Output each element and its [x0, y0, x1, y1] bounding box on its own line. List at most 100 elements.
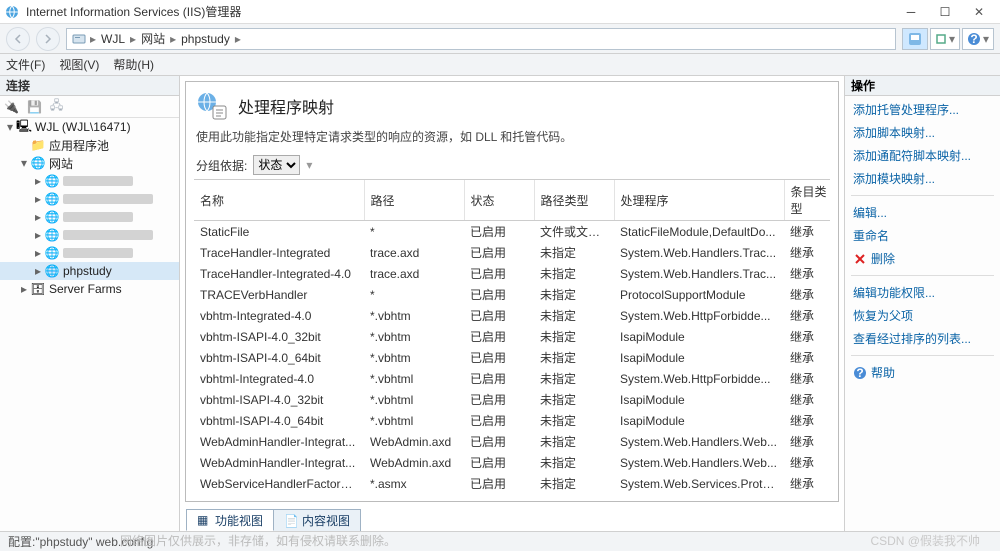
tree-site-phpstudy[interactable]: ▸🌐phpstudy: [0, 262, 179, 280]
cell-path: *: [364, 284, 464, 305]
table-row[interactable]: vbhtml-ISAPI-4.0_32bit*.vbhtml已启用未指定Isap…: [194, 389, 830, 410]
tree-site-item[interactable]: ▸🌐: [0, 208, 179, 226]
cell-handler: StaticFileModule,DefaultDo...: [614, 221, 784, 243]
col-handler[interactable]: 处理程序: [614, 180, 784, 221]
tree-site-item[interactable]: ▸🌐: [0, 172, 179, 190]
cell-state: 已启用: [464, 494, 534, 497]
refresh-button[interactable]: ▾: [930, 28, 960, 50]
cell-handler: IsapiModule: [614, 326, 784, 347]
action-rename[interactable]: 重命名: [851, 226, 994, 245]
cell-state: 已启用: [464, 305, 534, 326]
tree-site-item[interactable]: ▸🌐: [0, 190, 179, 208]
cell-entry: 继承: [784, 263, 830, 284]
connections-pane: 连接 🔌 💾 🖧 ▾🖳WJL (WJL\16471) 📁应用程序池 ▾🌐网站 ▸…: [0, 76, 180, 531]
col-entrytype[interactable]: 条目类型: [784, 180, 830, 221]
cell-name: TraceHandler-Integrated: [194, 242, 364, 263]
node-icon[interactable]: 🖧: [50, 96, 63, 117]
cell-name: WebAdminHandler-Integrat...: [194, 452, 364, 473]
cell-handler: IsapiModule: [614, 410, 784, 431]
table-row[interactable]: WebServiceHandlerFactory-...*.asmx已启用未指定…: [194, 473, 830, 494]
nav-forward-button[interactable]: [36, 27, 60, 51]
col-path[interactable]: 路径: [364, 180, 464, 221]
group-by-row: 分组依据: 状态 ▾: [186, 153, 838, 179]
table-row[interactable]: TraceHandler-Integratedtrace.axd已启用未指定Sy…: [194, 242, 830, 263]
cell-pathtype: 未指定: [534, 242, 614, 263]
cell-path: *.vbhtml: [364, 389, 464, 410]
cell-name: TRACEVerbHandler: [194, 284, 364, 305]
table-row[interactable]: vbhtml-ISAPI-4.0_64bit*.vbhtml已启用未指定Isap…: [194, 410, 830, 431]
cell-pathtype: 未指定: [534, 347, 614, 368]
save-icon[interactable]: 💾: [27, 100, 42, 114]
col-name[interactable]: 名称: [194, 180, 364, 221]
cell-pathtype: 未指定: [534, 473, 614, 494]
breadcrumb-item[interactable]: 网站: [139, 30, 167, 47]
cell-name: StaticFile: [194, 221, 364, 243]
action-edit[interactable]: 编辑...: [851, 203, 994, 222]
action-add-script-map[interactable]: 添加脚本映射...: [851, 123, 994, 142]
help-icon[interactable]: ?▾: [962, 28, 994, 50]
connections-header: 连接: [0, 76, 179, 96]
cell-handler: System.Web.Handlers.Trac...: [614, 242, 784, 263]
center-pane: 处理程序映射 使用此功能指定处理特定请求类型的响应的资源，如 DLL 和托管代码…: [180, 76, 845, 531]
table-row[interactable]: TRACEVerbHandler*已启用未指定ProtocolSupportMo…: [194, 284, 830, 305]
tree-sites[interactable]: ▾🌐网站: [0, 154, 179, 172]
table-row[interactable]: WebAdminHandler-Integrat...WebAdmin.axd已…: [194, 452, 830, 473]
cell-entry: 继承: [784, 284, 830, 305]
server-icon: 🖳: [16, 120, 32, 134]
breadcrumb-item[interactable]: WJL: [99, 32, 127, 46]
group-by-select[interactable]: 状态: [253, 155, 300, 175]
tree-site-item[interactable]: ▸🌐: [0, 244, 179, 262]
cell-name: vbhtml-Integrated-4.0: [194, 368, 364, 389]
close-button[interactable]: ✕: [962, 1, 996, 23]
col-pathtype[interactable]: 路径类型: [534, 180, 614, 221]
cell-handler: IsapiModule: [614, 389, 784, 410]
connect-icon[interactable]: 🔌: [4, 100, 19, 114]
table-row[interactable]: TraceHandler-Integrated-4.0trace.axd已启用未…: [194, 263, 830, 284]
breadcrumb-item[interactable]: phpstudy: [179, 32, 232, 46]
tree-server-farms[interactable]: ▸🗄Server Farms: [0, 280, 179, 298]
maximize-button[interactable]: ☐: [928, 1, 962, 23]
notification-icon[interactable]: [902, 28, 928, 50]
action-revert-parent[interactable]: 恢复为父项: [851, 306, 994, 325]
action-add-wildcard[interactable]: 添加通配符脚本映射...: [851, 146, 994, 165]
table-row[interactable]: vbhtm-ISAPI-4.0_32bit*.vbhtm已启用未指定IsapiM…: [194, 326, 830, 347]
table-row[interactable]: vbhtm-ISAPI-4.0_64bit*.vbhtm已启用未指定IsapiM…: [194, 347, 830, 368]
cell-state: 已启用: [464, 284, 534, 305]
tree-server-node[interactable]: ▾🖳WJL (WJL\16471): [0, 118, 179, 136]
action-add-managed[interactable]: 添加托管处理程序...: [851, 100, 994, 119]
connections-tree[interactable]: ▾🖳WJL (WJL\16471) 📁应用程序池 ▾🌐网站 ▸🌐 ▸🌐 ▸🌐 ▸…: [0, 118, 179, 531]
page-description: 使用此功能指定处理特定请求类型的响应的资源，如 DLL 和托管代码。: [186, 126, 838, 153]
table-row[interactable]: StaticFile*已启用文件或文件夹StaticFileModule,Def…: [194, 221, 830, 243]
cell-name: vbhtm-ISAPI-4.0_64bit: [194, 347, 364, 368]
tab-features-view[interactable]: ▦功能视图: [186, 509, 274, 531]
tree-site-item[interactable]: ▸🌐: [0, 226, 179, 244]
action-delete[interactable]: 删除: [851, 249, 994, 268]
cell-state: 已启用: [464, 389, 534, 410]
handler-mappings-icon: [196, 90, 228, 122]
cell-name: TraceHandler-Integrated-4.0: [194, 263, 364, 284]
table-row[interactable]: WebAdminHandler-Integrat...WebAdmin.axd已…: [194, 431, 830, 452]
actions-header: 操作: [845, 76, 1000, 96]
table-row[interactable]: vbhtm-Integrated-4.0*.vbhtm已启用未指定System.…: [194, 305, 830, 326]
col-state[interactable]: 状态: [464, 180, 534, 221]
table-row[interactable]: WebServiceHandlerFactory-...*.asmx已启用未指定…: [194, 494, 830, 497]
tab-content-view[interactable]: 📄内容视图: [273, 509, 361, 531]
cell-entry: 继承: [784, 452, 830, 473]
minimize-button[interactable]: ─: [894, 1, 928, 23]
menu-view[interactable]: 视图(V): [59, 56, 99, 73]
action-edit-permissions[interactable]: 编辑功能权限...: [851, 283, 994, 302]
table-row[interactable]: vbhtml-Integrated-4.0*.vbhtml已启用未指定Syste…: [194, 368, 830, 389]
action-add-module-map[interactable]: 添加模块映射...: [851, 169, 994, 188]
nav-back-button[interactable]: [6, 27, 30, 51]
menu-help[interactable]: 帮助(H): [113, 56, 154, 73]
menu-file[interactable]: 文件(F): [6, 56, 45, 73]
action-view-ordered-list[interactable]: 查看经过排序的列表...: [851, 329, 994, 348]
server-icon: [71, 32, 87, 46]
breadcrumb[interactable]: ▸ WJL ▸ 网站 ▸ phpstudy ▸: [66, 28, 896, 50]
handlers-grid[interactable]: 名称 路径 状态 路径类型 处理程序 条目类型 StaticFile*已启用文件…: [194, 179, 830, 497]
action-help[interactable]: ?帮助: [851, 363, 994, 382]
cell-handler: System.Web.Handlers.Trac...: [614, 263, 784, 284]
view-tabs: ▦功能视图 📄内容视图: [180, 507, 844, 531]
cell-pathtype: 未指定: [534, 326, 614, 347]
tree-app-pools[interactable]: 📁应用程序池: [0, 136, 179, 154]
